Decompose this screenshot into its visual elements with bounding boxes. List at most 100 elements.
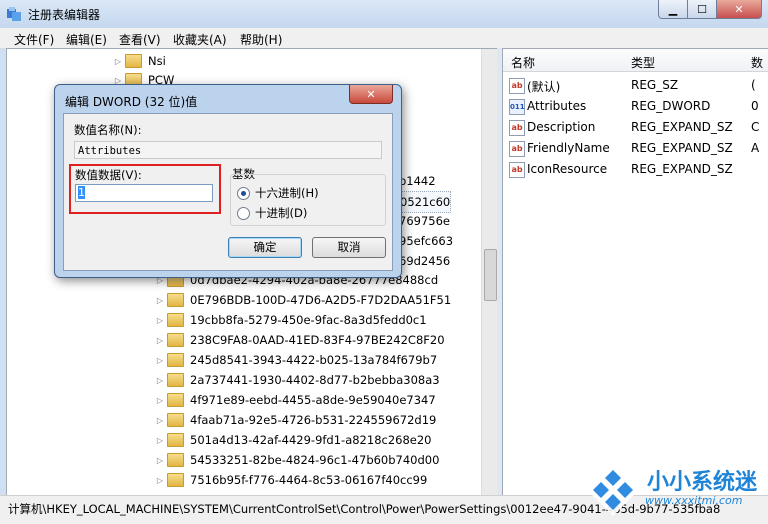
expand-arrow-icon[interactable]: ▷ bbox=[153, 316, 167, 325]
title-bar: 注册表编辑器 ▁ ☐ ✕ bbox=[0, 0, 768, 28]
value-data: A bbox=[751, 141, 760, 155]
string-value-icon: ab bbox=[509, 120, 525, 136]
value-data: ( bbox=[751, 78, 756, 92]
expand-arrow-icon[interactable]: ▷ bbox=[153, 476, 167, 485]
value-name: FriendlyName bbox=[527, 141, 610, 155]
value-name: Description bbox=[527, 120, 596, 134]
cancel-button[interactable]: 取消 bbox=[312, 237, 386, 258]
value-type: REG_DWORD bbox=[631, 99, 711, 113]
expand-arrow-icon[interactable]: ▷ bbox=[153, 376, 167, 385]
folder-icon bbox=[167, 293, 184, 307]
value-data-label: 数值数据(V): bbox=[75, 168, 142, 182]
window-title: 注册表编辑器 bbox=[28, 8, 101, 22]
folder-icon bbox=[167, 353, 184, 367]
radio-dec[interactable] bbox=[237, 206, 250, 220]
dialog-body: 数值名称(N): Attributes 数值数据(V): 1 基数 十六进制(H… bbox=[63, 113, 393, 271]
tree-item[interactable]: ▷ 4f971e89-eebd-4455-a8de-9e59040e7347 bbox=[153, 390, 436, 410]
folder-icon bbox=[167, 433, 184, 447]
expand-arrow-icon[interactable]: ▷ bbox=[111, 57, 125, 66]
value-row[interactable]: ab Description REG_EXPAND_SZ C bbox=[503, 117, 768, 138]
dialog-title: 编辑 DWORD (32 位)值 bbox=[65, 95, 198, 109]
column-type[interactable]: 类型 bbox=[631, 54, 655, 71]
value-type: REG_EXPAND_SZ bbox=[631, 141, 733, 155]
value-name-label: 数值名称(N): bbox=[74, 123, 142, 137]
value-name-field: Attributes bbox=[74, 141, 382, 159]
tree-item[interactable]: ▷ 19cbb8fa-5279-450e-9fac-8a3d5fedd0c1 bbox=[153, 310, 427, 330]
tree-item-partial[interactable]: 95efc663 bbox=[399, 231, 453, 251]
value-row[interactable]: ab FriendlyName REG_EXPAND_SZ A bbox=[503, 138, 768, 159]
list-header: 名称 类型 数 bbox=[503, 49, 768, 72]
tree-item-partial[interactable]: b1442 bbox=[399, 171, 436, 191]
tree-item[interactable]: ▷ 501a4d13-42af-4429-9fd1-a8218c268e20 bbox=[153, 430, 432, 450]
expand-arrow-icon[interactable]: ▷ bbox=[153, 356, 167, 365]
close-button[interactable]: ✕ bbox=[716, 0, 762, 19]
expand-arrow-icon[interactable]: ▷ bbox=[153, 336, 167, 345]
tree-item[interactable]: ▷ 2a737441-1930-4402-8d77-b2bebba308a3 bbox=[153, 370, 440, 390]
value-type: REG_EXPAND_SZ bbox=[631, 120, 733, 134]
value-data: C bbox=[751, 120, 760, 134]
values-list[interactable]: 名称 类型 数 ab (默认) REG_SZ(011 Attributes REG_DW… bbox=[502, 48, 768, 497]
menu-bar: 文件(F) 编辑(E) 查看(V) 收藏夹(A) 帮助(H) bbox=[0, 28, 768, 49]
folder-icon bbox=[167, 413, 184, 427]
tree-item[interactable]: ▷ 54533251-82be-4824-96c1-47b60b740d00 bbox=[153, 450, 439, 470]
value-type: REG_EXPAND_SZ bbox=[631, 162, 733, 176]
edit-dword-dialog: 编辑 DWORD (32 位)值 ✕ 数值名称(N): Attributes 数… bbox=[54, 84, 402, 278]
dword-value-icon: 011 bbox=[509, 99, 525, 115]
expand-arrow-icon[interactable]: ▷ bbox=[153, 416, 167, 425]
tree-item[interactable]: ▷ 245d8541-3943-4422-b025-13a784f679b7 bbox=[153, 350, 437, 370]
tree-item[interactable]: ▷ 0E796BDB-100D-47D6-A2D5-F7D2DAA51F51 bbox=[153, 290, 451, 310]
tree-item-partial[interactable]: 0521c60 bbox=[399, 191, 452, 213]
ok-button[interactable]: 确定 bbox=[228, 237, 302, 258]
watermark-url: www.xxxitmi.com bbox=[645, 494, 743, 507]
string-value-icon: ab bbox=[509, 78, 525, 94]
value-row[interactable]: ab IconResource REG_EXPAND_SZ bbox=[503, 159, 768, 180]
menu-edit[interactable]: 编辑(E) bbox=[66, 31, 107, 48]
tree-item[interactable]: ▷ Nsi bbox=[111, 51, 166, 71]
tree-item[interactable]: ▷ 4faab71a-92e5-4726-b531-224559672d19 bbox=[153, 410, 436, 430]
dec-option[interactable]: 十进制(D) bbox=[237, 205, 307, 221]
column-data[interactable]: 数 bbox=[751, 54, 763, 71]
tree-item-partial[interactable]: 769756e bbox=[399, 211, 450, 231]
value-data: 0 bbox=[751, 99, 759, 113]
menu-help[interactable]: 帮助(H) bbox=[240, 31, 282, 48]
value-row[interactable]: 011 Attributes REG_DWORD 0 bbox=[503, 96, 768, 117]
maximize-button[interactable]: ☐ bbox=[687, 0, 717, 19]
expand-arrow-icon[interactable]: ▷ bbox=[153, 396, 167, 405]
tree-item-partial[interactable]: 69d2456 bbox=[399, 251, 450, 271]
base-group: 十六进制(H) 十进制(D) bbox=[230, 174, 386, 226]
dialog-close-button[interactable]: ✕ bbox=[349, 85, 393, 104]
column-name[interactable]: 名称 bbox=[511, 54, 535, 71]
tree-item[interactable]: ▷ 7516b95f-f776-4464-8c53-06167f40cc99 bbox=[153, 470, 427, 490]
string-value-icon: ab bbox=[509, 162, 525, 178]
folder-icon bbox=[167, 373, 184, 387]
minimize-button[interactable]: ▁ bbox=[658, 0, 688, 19]
menu-view[interactable]: 查看(V) bbox=[119, 31, 161, 48]
scrollbar-thumb[interactable] bbox=[484, 249, 497, 301]
regedit-icon bbox=[7, 7, 21, 21]
windows-logo-icon bbox=[587, 464, 639, 516]
value-name: (默认) bbox=[527, 80, 561, 94]
string-value-icon: ab bbox=[509, 141, 525, 157]
folder-icon bbox=[125, 54, 142, 68]
hex-option[interactable]: 十六进制(H) bbox=[237, 185, 319, 201]
expand-arrow-icon[interactable]: ▷ bbox=[153, 296, 167, 305]
folder-icon bbox=[167, 453, 184, 467]
value-data-input[interactable]: 1 bbox=[75, 184, 213, 202]
folder-icon bbox=[167, 473, 184, 487]
folder-icon bbox=[167, 333, 184, 347]
value-row[interactable]: ab (默认) REG_SZ ( bbox=[503, 75, 768, 96]
menu-favorites[interactable]: 收藏夹(A) bbox=[173, 31, 227, 48]
folder-icon bbox=[167, 393, 184, 407]
expand-arrow-icon[interactable]: ▷ bbox=[153, 436, 167, 445]
folder-icon bbox=[167, 313, 184, 327]
watermark-logo: 小小系统迷 www.xxxitmi.com bbox=[585, 462, 768, 520]
radio-hex[interactable] bbox=[237, 186, 250, 200]
menu-file[interactable]: 文件(F) bbox=[14, 31, 54, 48]
expand-arrow-icon[interactable]: ▷ bbox=[153, 456, 167, 465]
tree-item[interactable]: ▷ 238C9FA8-0AAD-41ED-83F4-97BE242C8F20 bbox=[153, 330, 445, 350]
tree-scrollbar[interactable] bbox=[481, 49, 498, 496]
value-name: Attributes bbox=[527, 99, 587, 113]
watermark-text: 小小系统迷 bbox=[647, 470, 758, 495]
value-name: IconResource bbox=[527, 162, 608, 176]
value-type: REG_SZ bbox=[631, 78, 679, 92]
